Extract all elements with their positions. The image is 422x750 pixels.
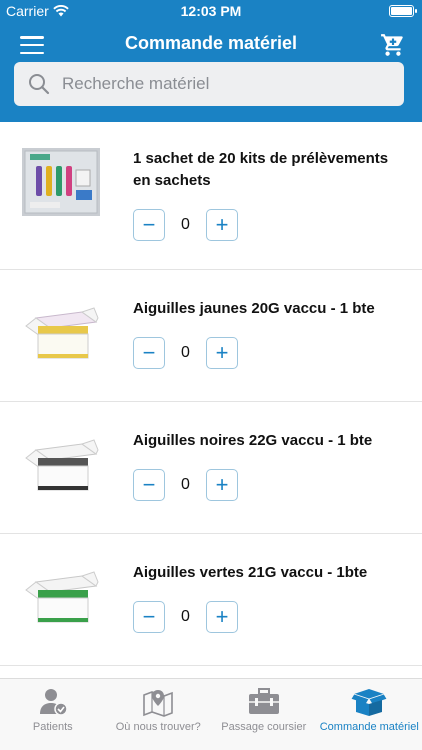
tab-location[interactable]: Où nous trouver?	[106, 679, 212, 750]
quantity-stepper: − 0 +	[133, 209, 238, 241]
product-name: Aiguilles jaunes 20G vaccu - 1 bte	[133, 300, 375, 317]
tab-label: Où nous trouver?	[115, 721, 201, 733]
box-icon	[351, 689, 388, 716]
courier-case-icon	[248, 688, 279, 714]
increment-button[interactable]: +	[206, 469, 238, 501]
tab-label: Patients	[32, 721, 73, 733]
quantity-value: 0	[181, 216, 190, 233]
status-time: 12:03 PM	[180, 3, 242, 19]
product-item: 1 sachet de 20 kits de prélèvements en s…	[0, 122, 422, 270]
increment-button[interactable]: +	[206, 337, 238, 369]
product-name: Aiguilles noires 22G vaccu - 1 bte	[133, 432, 373, 449]
decrement-button[interactable]: −	[133, 337, 165, 369]
cart-icon[interactable]	[380, 32, 406, 58]
increment-button[interactable]: +	[206, 601, 238, 633]
black-needles-box-image	[25, 439, 99, 491]
sample-kit-image	[22, 148, 100, 216]
status-bar: Carrier 12:03 PM	[0, 0, 422, 22]
product-list: 1 sachet de 20 kits de prélèvements en s…	[0, 122, 422, 678]
page-title: Commande matériel	[124, 33, 298, 53]
map-icon	[143, 690, 174, 717]
product-item: Aiguilles noires 22G vaccu - 1 bte − 0 +	[0, 402, 422, 534]
quantity-value: 0	[181, 608, 190, 625]
quantity-stepper: − 0 +	[133, 337, 238, 369]
patients-icon	[39, 689, 68, 716]
product-item: Aiguilles vertes 21G vaccu - 1bte − 0 +	[0, 534, 422, 666]
search-bar[interactable]	[14, 62, 404, 106]
decrement-button[interactable]: −	[133, 469, 165, 501]
search-icon	[29, 74, 50, 95]
decrement-button[interactable]: −	[133, 209, 165, 241]
green-needles-box-image	[25, 571, 99, 623]
tab-courier[interactable]: Passage coursier	[211, 679, 317, 750]
quantity-stepper: − 0 +	[133, 601, 238, 633]
increment-button[interactable]: +	[206, 209, 238, 241]
navigation-bar: Commande matériel	[0, 22, 422, 122]
tab-patients[interactable]: Patients	[0, 679, 106, 750]
search-input[interactable]	[62, 74, 382, 94]
tab-bar: Patients Où nous trouver? Passage coursi…	[0, 678, 422, 750]
battery-icon	[389, 5, 417, 17]
product-name: Aiguilles vertes 21G vaccu - 1bte	[133, 564, 368, 581]
product-name: 1 sachet de 20 kits de prélèvements en s…	[133, 150, 389, 189]
product-item: Aiguilles jaunes 20G vaccu - 1 bte − 0 +	[0, 270, 422, 402]
tab-label: Commande matériel	[319, 721, 419, 733]
decrement-button[interactable]: −	[133, 601, 165, 633]
quantity-value: 0	[181, 476, 190, 493]
yellow-needles-box-image	[25, 307, 99, 359]
tab-label: Passage coursier	[221, 721, 307, 733]
quantity-value: 0	[181, 344, 190, 361]
quantity-stepper: − 0 +	[133, 469, 238, 501]
tab-order-equipment[interactable]: Commande matériel	[317, 679, 422, 750]
